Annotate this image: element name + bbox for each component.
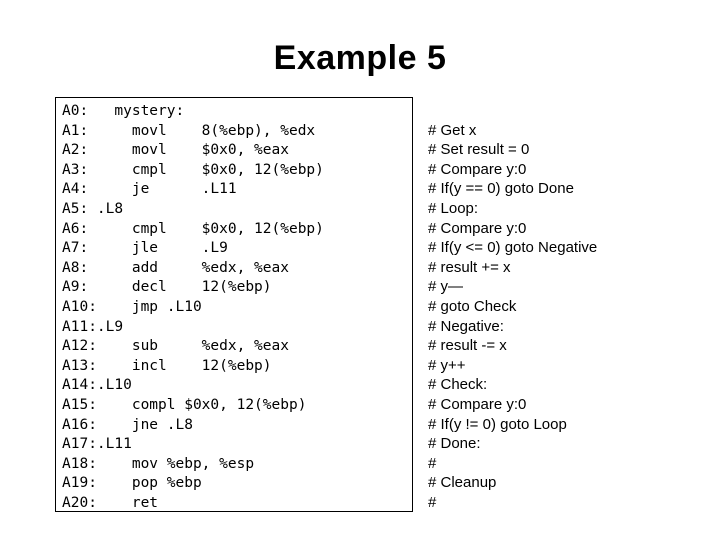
code-line: A9: decl 12(%ebp) <box>62 279 272 296</box>
code-line: A20: ret <box>62 494 159 511</box>
comment-line: # result -= x <box>428 337 507 355</box>
comment-line: # Compare y:0 <box>428 219 527 237</box>
code-line: A12: sub %edx, %eax <box>62 338 289 355</box>
code-line: A14:.L10 <box>62 377 132 394</box>
comment-line: # <box>428 454 437 472</box>
code-line: A1: movl 8(%ebp), %edx <box>62 122 316 139</box>
code-line: A5: .L8 <box>62 200 124 217</box>
code-line: A11:.L9 <box>62 318 124 335</box>
code-line: A17:.L11 <box>62 436 132 453</box>
comment-line: # If(y == 0) goto Done <box>428 180 574 198</box>
comment-line: # If(y <= 0) goto Negative <box>428 239 598 257</box>
comment-line: # Done: <box>428 435 481 453</box>
comment-line: # y++ <box>428 356 466 374</box>
page-title: Example 5 <box>273 39 447 77</box>
comment-line: # goto Check <box>428 297 517 315</box>
comment-line: # If(y != 0) goto Loop <box>428 415 567 433</box>
comment-line: # Check: <box>428 376 488 394</box>
code-line: A0: mystery: <box>62 103 185 119</box>
code-line: A6: cmpl $0x0, 12(%ebp) <box>62 220 324 237</box>
comment-line: # Get x <box>428 121 477 139</box>
code-line: A8: add %edx, %eax <box>62 259 289 276</box>
comment-line: # <box>428 493 437 511</box>
comment-line: # Negative: <box>428 317 504 335</box>
code-line: A7: jle .L9 <box>62 240 228 257</box>
code-line: A13: incl 12(%ebp) <box>62 357 272 374</box>
comment-line: # y— <box>428 278 464 296</box>
comment-line: # result += x <box>428 258 511 276</box>
assembly-code-box: A0: mystery: A1: movl 8(%ebp), %edx A2: mo… <box>55 97 413 512</box>
slide: Example 5 A0: mystery: A1: movl 8(%ebp), … <box>0 0 720 540</box>
assembly-comment-listing: # Get x # Set result = 0 # Compare y:0 # If… <box>428 121 597 513</box>
code-line: A18: mov %ebp, %esp <box>62 455 255 472</box>
code-line: A16: jne .L8 <box>62 416 193 433</box>
code-line: A10: jmp .L10 <box>62 298 202 315</box>
slide-content: A0: mystery: A1: movl 8(%ebp), %edx A2: mo… <box>55 97 665 517</box>
code-line: A2: movl $0x0, %eax <box>62 142 289 159</box>
code-line: A3: cmpl $0x0, 12(%ebp) <box>62 161 324 178</box>
comment-line: # Cleanup <box>428 474 497 492</box>
code-line: A4: je .L11 <box>62 181 237 198</box>
comment-line: # Compare y:0 <box>428 160 527 178</box>
comment-line: # Set result = 0 <box>428 141 530 159</box>
comment-line: # Compare y:0 <box>428 395 527 413</box>
code-line: A19: pop %ebp <box>62 475 202 492</box>
assembly-code-listing: A0: mystery: A1: movl 8(%ebp), %edx A2: mo… <box>62 102 324 513</box>
comment-line: # Loop: <box>428 199 479 217</box>
code-line: A15: compl $0x0, 12(%ebp) <box>62 396 307 413</box>
